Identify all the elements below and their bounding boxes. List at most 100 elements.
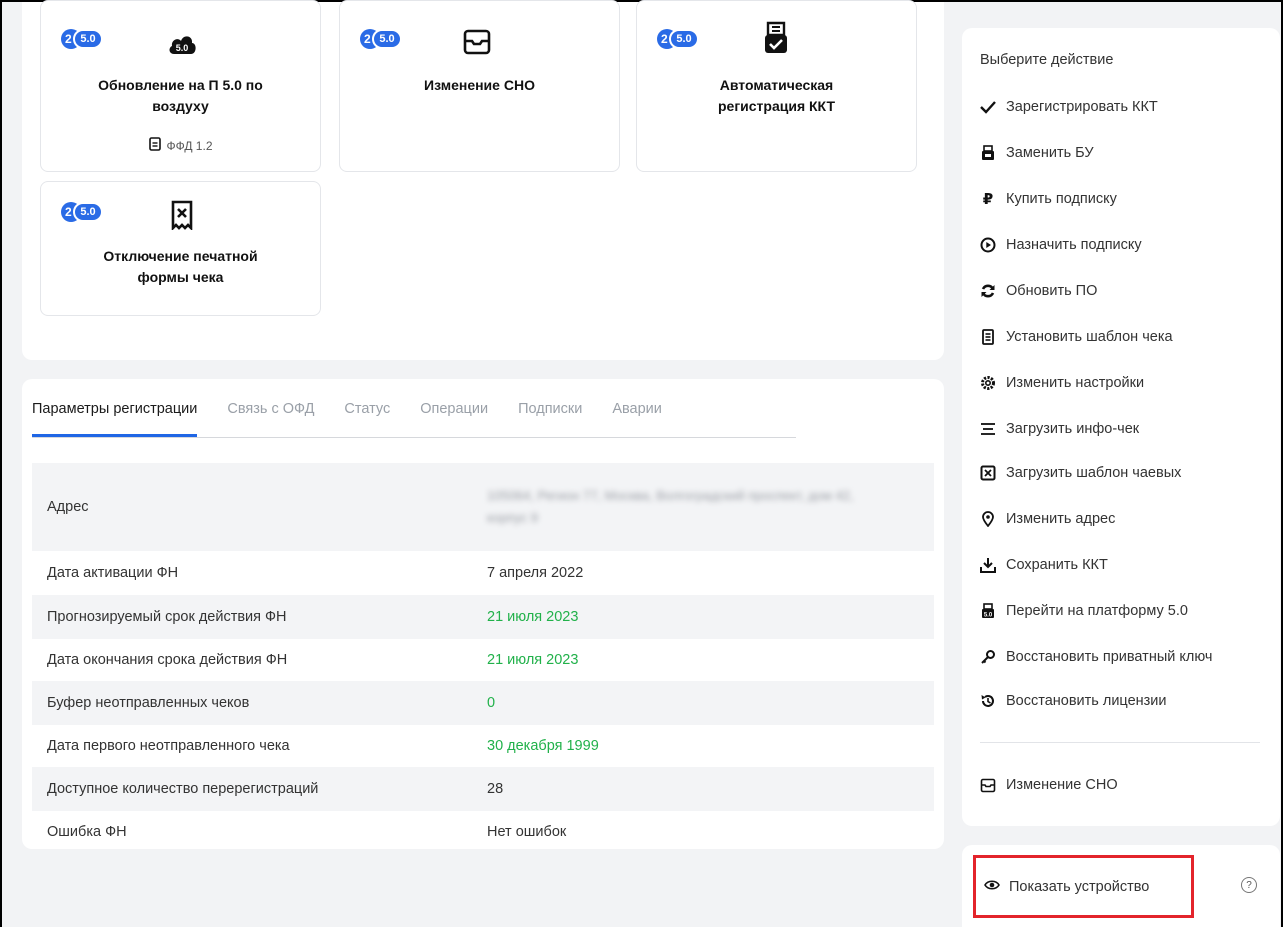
tab-subscriptions[interactable]: Подписки xyxy=(518,399,582,437)
action-register-kkt[interactable]: Зарегистрировать ККТ xyxy=(979,98,1158,116)
document-icon xyxy=(979,328,997,346)
svg-text:5.0: 5.0 xyxy=(176,43,189,53)
badge-version: 5.0 xyxy=(73,29,103,49)
action-upload-tips-template[interactable]: Загрузить шаблон чаевых xyxy=(979,464,1181,482)
operations-tiles-panel: 2 5.0 5.0 Обновление на П 5.0 по воздуху… xyxy=(22,0,944,360)
tile-title: Отключение печатной формы чека xyxy=(103,248,258,285)
action-restore-licenses[interactable]: Восстановить лицензии xyxy=(979,692,1167,710)
key-icon xyxy=(979,648,997,666)
action-set-receipt-template[interactable]: Установить шаблон чека xyxy=(979,328,1173,346)
tips-template-icon xyxy=(979,464,997,482)
tile-title: Обновление на П 5.0 по воздуху xyxy=(98,77,263,114)
tab-failures[interactable]: Аварии xyxy=(612,399,662,437)
download-icon xyxy=(979,556,997,574)
param-label: Буфер неотправленных чеков xyxy=(47,695,250,711)
details-tabs: Параметры регистрации Связь с ОФД Статус… xyxy=(32,399,796,438)
action-label: Восстановить приватный ключ xyxy=(1006,649,1213,665)
platform-badge: 2 5.0 xyxy=(61,202,103,222)
tile-change-sno[interactable]: 2 5.0 Изменение СНО xyxy=(339,0,620,172)
tab-registration-params[interactable]: Параметры регистрации xyxy=(32,399,198,437)
device-icon xyxy=(979,144,997,162)
param-value: 21 июля 2023 xyxy=(487,609,579,625)
tray-icon xyxy=(460,25,494,59)
help-icon[interactable]: ? xyxy=(1241,877,1257,893)
actions-panel: Выберите действие Зарегистрировать ККТ З… xyxy=(962,28,1280,826)
show-device-button[interactable]: Показать устройство xyxy=(973,855,1194,918)
action-assign-subscription[interactable]: Назначить подписку xyxy=(979,236,1142,254)
action-change-sno[interactable]: Изменение СНО xyxy=(979,776,1118,794)
check-icon xyxy=(979,98,997,116)
platform-badge: 2 5.0 xyxy=(61,29,103,49)
action-label: Восстановить лицензии xyxy=(1006,693,1167,709)
action-change-address[interactable]: Изменить адрес xyxy=(979,510,1115,528)
param-label: Ошибка ФН xyxy=(47,824,127,840)
tile-update-firmware[interactable]: 2 5.0 5.0 Обновление на П 5.0 по воздуху… xyxy=(40,0,321,172)
receipt-check-icon xyxy=(759,21,793,55)
action-label: Зарегистрировать ККТ xyxy=(1006,99,1158,115)
table-row: Буфер неотправленных чеков 0 xyxy=(32,681,934,725)
action-label: Загрузить инфо-чек xyxy=(1006,421,1140,437)
cloud-5-icon: 5.0 xyxy=(165,27,199,61)
ruble-icon: ₽ xyxy=(982,191,994,208)
param-value: 0 xyxy=(487,695,496,711)
action-change-settings[interactable]: Изменить настройки xyxy=(979,374,1144,392)
platform-icon: 5.0 xyxy=(979,602,997,620)
table-row: Доступное количество перерегистраций 28 xyxy=(32,767,934,811)
action-label: Перейти на платформу 5.0 xyxy=(1006,603,1188,619)
device-details-panel: Параметры регистрации Связь с ОФД Статус… xyxy=(22,379,944,849)
tile-disable-print[interactable]: 2 5.0 Отключение печатной формы чека xyxy=(40,181,321,316)
platform-badge: 2 5.0 xyxy=(360,29,402,49)
param-label: Доступное количество перерегистраций xyxy=(47,781,319,797)
table-row: Адрес 105064, Регион 77, Москва, Волгогр… xyxy=(32,463,934,551)
action-label: Изменить адрес xyxy=(1006,511,1116,527)
tile-auto-registration[interactable]: 2 5.0 Автоматическая регистрация ККТ xyxy=(636,0,917,172)
param-value: 30 декабря 1999 xyxy=(487,738,599,754)
table-row: Дата активации ФН 7 апреля 2022 xyxy=(32,551,934,595)
registration-params-table: Адрес 105064, Регион 77, Москва, Волгогр… xyxy=(32,463,934,853)
tab-status[interactable]: Статус xyxy=(344,399,390,437)
action-restore-private-key[interactable]: Восстановить приватный ключ xyxy=(979,648,1212,666)
tab-ofd-connection[interactable]: Связь с ОФД xyxy=(227,399,314,437)
action-label: Заменить БУ xyxy=(1006,145,1094,161)
action-label: Назначить подписку xyxy=(1006,237,1142,253)
param-label: Прогнозируемый срок действия ФН xyxy=(47,609,287,625)
tile-subtitle: ФФД 1.2 xyxy=(41,137,320,154)
table-row: Дата окончания срока действия ФН 21 июля… xyxy=(32,639,934,681)
tray-icon xyxy=(979,776,997,794)
action-buy-subscription[interactable]: ₽ Купить подписку xyxy=(979,190,1117,208)
tile-title: Изменение СНО xyxy=(424,77,535,93)
restore-icon xyxy=(979,692,997,710)
param-value: 105064, Регион 77, Москва, Волгоградский… xyxy=(487,485,934,529)
play-circle-icon xyxy=(979,236,997,254)
action-save-kkt[interactable]: Сохранить ККТ xyxy=(979,556,1108,574)
param-label: Дата окончания срока действия ФН xyxy=(47,652,288,668)
ffd-version-label: ФФД 1.2 xyxy=(166,138,213,153)
param-value: 28 xyxy=(487,781,504,797)
action-update-firmware[interactable]: Обновить ПО xyxy=(979,282,1097,300)
svg-text:5.0: 5.0 xyxy=(984,613,993,619)
action-upload-info-receipt[interactable]: Загрузить инфо-чек xyxy=(979,420,1139,438)
param-value: 21 июля 2023 xyxy=(487,652,579,668)
param-label: Адрес xyxy=(47,499,89,515)
action-migrate-platform[interactable]: 5.0 Перейти на платформу 5.0 xyxy=(979,602,1188,620)
action-label: Обновить ПО xyxy=(1006,283,1098,299)
platform-badge: 2 5.0 xyxy=(657,29,699,49)
table-row: Дата первого неотправленного чека 30 дек… xyxy=(32,725,934,767)
table-row: Ошибка ФН Нет ошибок xyxy=(32,811,934,853)
badge-version: 5.0 xyxy=(372,29,402,49)
frame-border-left xyxy=(0,0,2,927)
action-replace-bu[interactable]: Заменить БУ xyxy=(979,144,1094,162)
document-icon xyxy=(148,137,161,154)
lines-icon xyxy=(979,420,997,438)
location-pin-icon xyxy=(979,510,997,528)
actions-title: Выберите действие xyxy=(980,52,1114,68)
show-device-label: Показать устройство xyxy=(1009,878,1150,895)
param-value: Нет ошибок xyxy=(487,824,567,840)
table-row: Прогнозируемый срок действия ФН 21 июля … xyxy=(32,595,934,639)
badge-version: 5.0 xyxy=(669,29,699,49)
action-label: Загрузить шаблон чаевых xyxy=(1006,465,1182,481)
tab-operations[interactable]: Операции xyxy=(420,399,488,437)
badge-version: 5.0 xyxy=(73,202,103,222)
action-label: Изменить настройки xyxy=(1006,375,1145,391)
action-label: Купить подписку xyxy=(1006,191,1117,207)
